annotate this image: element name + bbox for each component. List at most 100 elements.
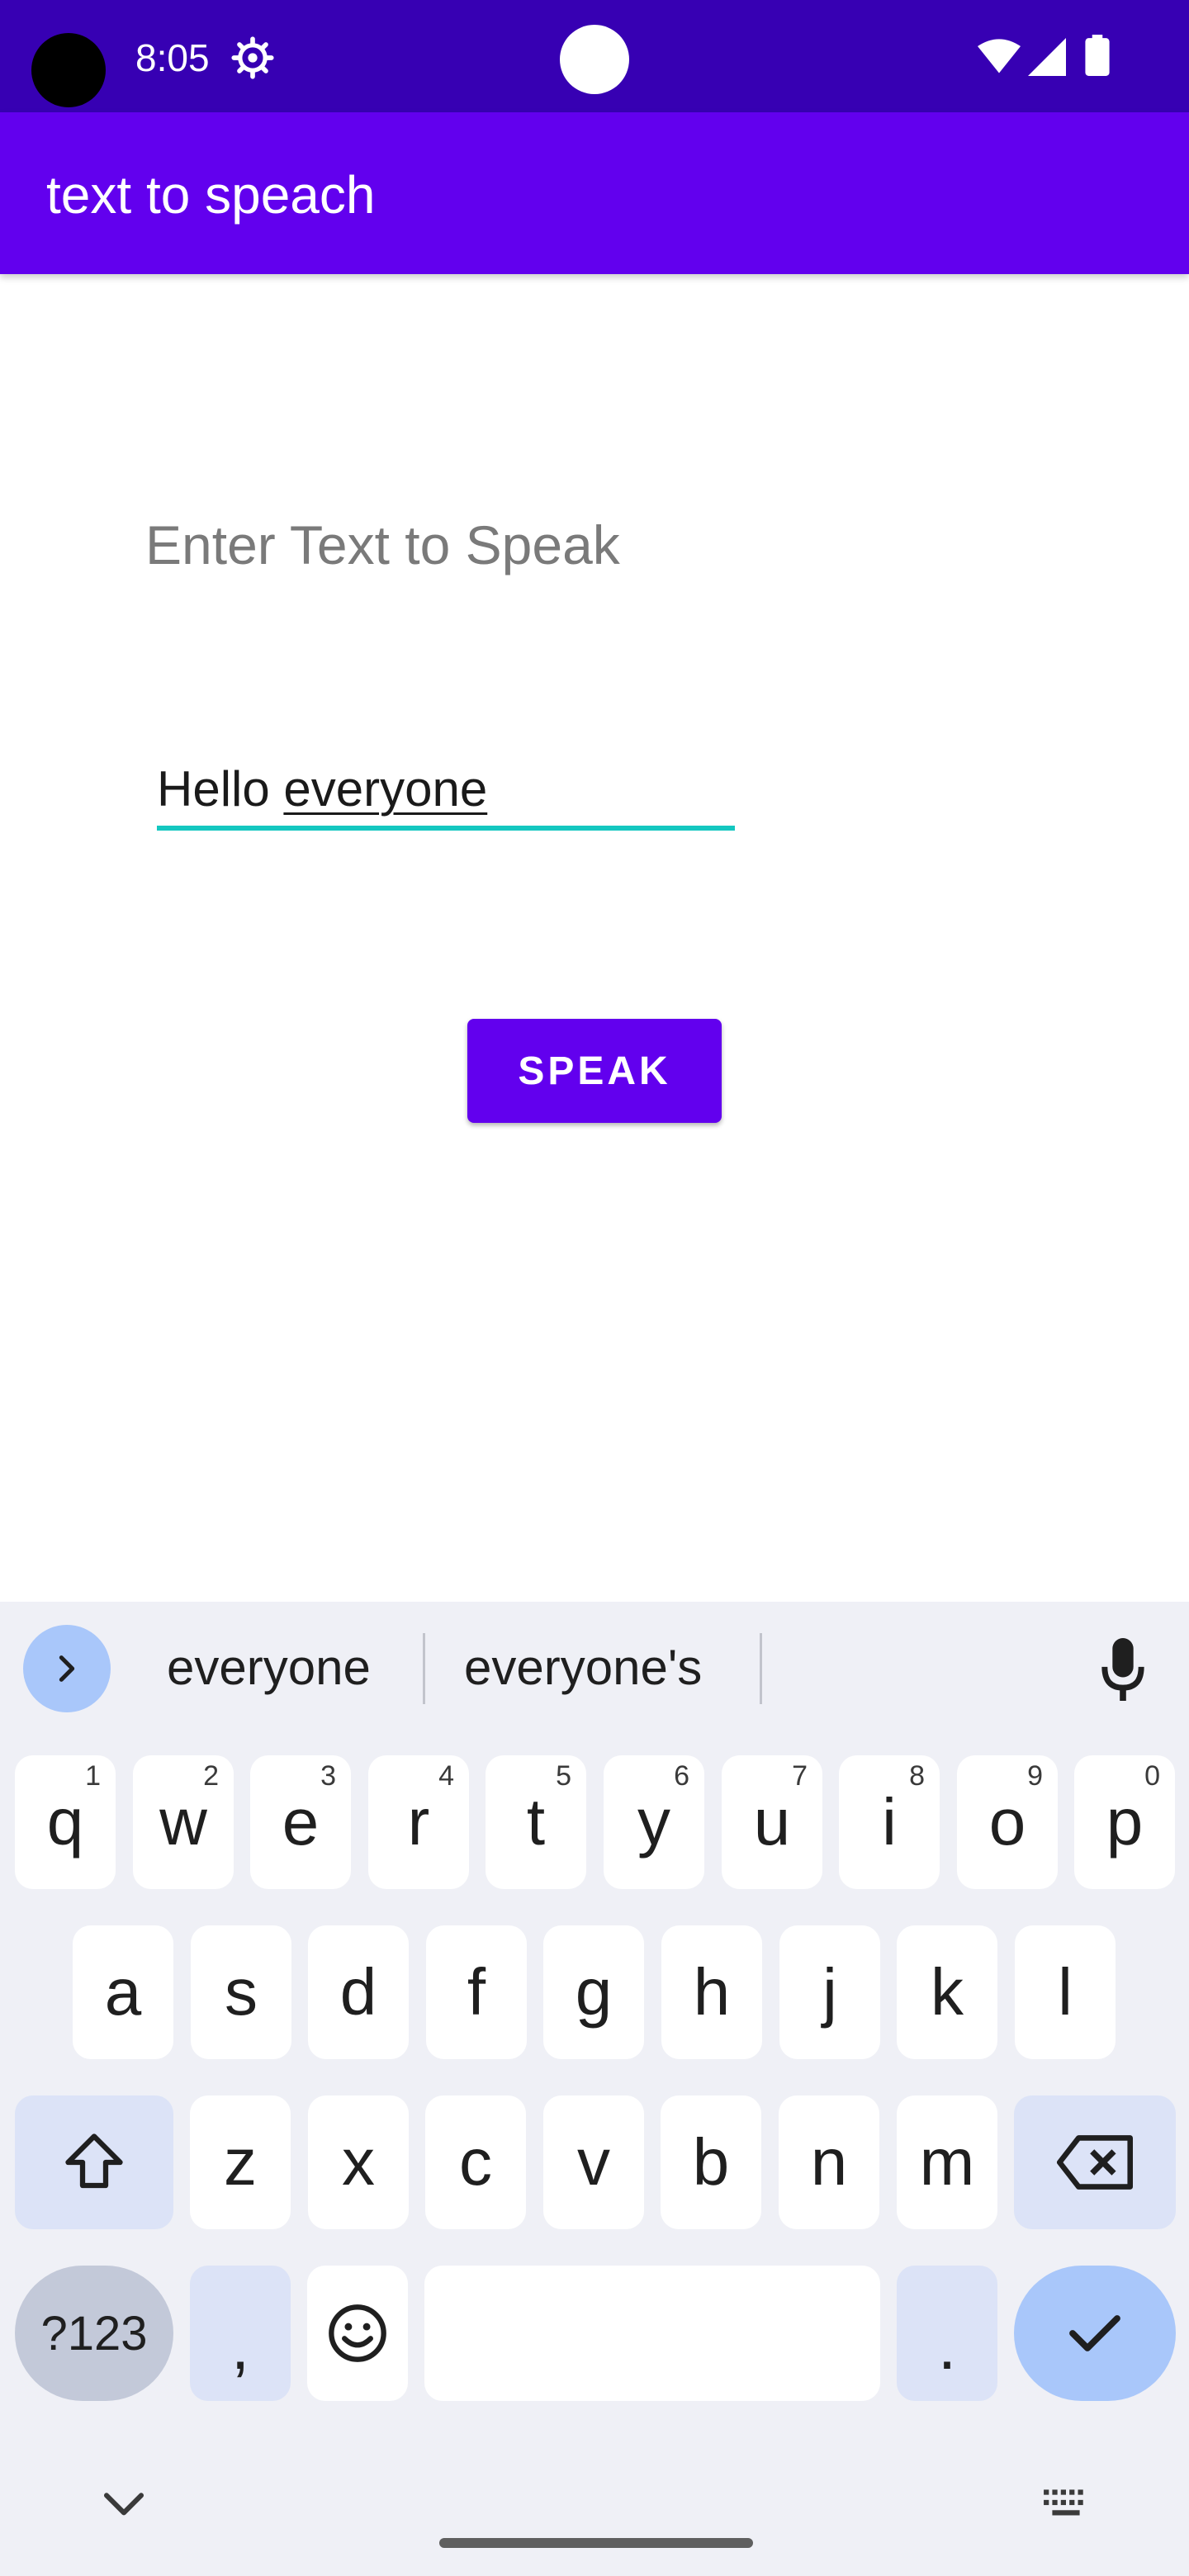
checkmark-icon	[1069, 2315, 1120, 2351]
key-hint: 5	[556, 1760, 571, 1792]
key-label: n	[810, 2125, 848, 2199]
key-label: u	[753, 1785, 791, 1859]
key-label: l	[1058, 1955, 1073, 2029]
key-label: j	[822, 1955, 837, 2029]
key-label: c	[459, 2125, 492, 2199]
emoji-icon	[329, 2304, 386, 2362]
key-hint: 4	[438, 1760, 454, 1792]
text-input-underline	[157, 826, 735, 831]
key-label: q	[46, 1785, 84, 1859]
key-label: x	[342, 2125, 375, 2199]
app-bar: text to speach	[0, 112, 1189, 274]
symbols-key[interactable]: ?123	[15, 2266, 173, 2401]
text-input-value[interactable]: Hello everyone	[157, 760, 487, 819]
soft-keyboard: everyone everyone's q1w2e3r4t5y6u7i8o9p0…	[0, 1602, 1189, 2576]
prompt-label: Enter Text to Speak	[145, 514, 620, 575]
key-label: z	[224, 2125, 257, 2199]
key-hint: 6	[674, 1760, 689, 1792]
key-label: s	[225, 1955, 258, 2029]
suggestion-divider	[423, 1633, 425, 1704]
key-hint: 8	[909, 1760, 925, 1792]
key-label: f	[467, 1955, 486, 2029]
key-j[interactable]: j	[779, 1925, 880, 2059]
text-input-prefix: Hello	[157, 761, 284, 817]
signal-icon	[1028, 38, 1066, 76]
key-s[interactable]: s	[191, 1925, 291, 2059]
key-f[interactable]: f	[426, 1925, 527, 2059]
status-bar: 8:05	[0, 0, 1189, 112]
microphone-icon[interactable]	[1101, 1638, 1144, 1701]
keyboard-switch-icon[interactable]	[1042, 2487, 1090, 2520]
key-label: t	[526, 1785, 546, 1859]
key-x[interactable]: x	[308, 2095, 409, 2229]
key-label: g	[575, 1955, 613, 2029]
key-e[interactable]: e3	[250, 1755, 351, 1889]
space-key[interactable]	[424, 2266, 880, 2401]
camera-hole	[31, 33, 106, 107]
key-hint: 7	[792, 1760, 808, 1792]
key-l[interactable]: l	[1015, 1925, 1116, 2059]
key-k[interactable]: k	[897, 1925, 997, 2059]
key-label: a	[104, 1955, 142, 2029]
gesture-navigation-bar[interactable]	[439, 2538, 753, 2548]
key-hint: 9	[1027, 1760, 1043, 1792]
key-label: w	[159, 1785, 207, 1859]
key-c[interactable]: c	[425, 2095, 526, 2229]
toolbar-expand-button[interactable]	[23, 1625, 111, 1712]
key-label: v	[577, 2125, 610, 2199]
key-i[interactable]: i8	[839, 1755, 940, 1889]
key-a[interactable]: a	[73, 1925, 173, 2059]
key-b[interactable]: b	[661, 2095, 761, 2229]
suggestion-bar: everyone everyone's	[0, 1602, 1189, 1742]
suggestion-1[interactable]: everyone	[167, 1635, 371, 1701]
key-u[interactable]: u7	[722, 1755, 822, 1889]
app-screen: 8:05 text to speach Enter Text to Speak	[0, 0, 1189, 2576]
key-label: e	[282, 1785, 320, 1859]
key-label: i	[882, 1785, 897, 1859]
key-label: p	[1106, 1785, 1144, 1859]
key-hint: 2	[203, 1760, 219, 1792]
text-input-composing-word: everyone	[283, 761, 488, 817]
key-z[interactable]: z	[190, 2095, 291, 2229]
key-label: b	[692, 2125, 730, 2199]
speak-button[interactable]: SPEAK	[467, 1019, 722, 1123]
chevron-right-icon	[59, 1655, 75, 1682]
key-r[interactable]: r4	[368, 1755, 469, 1889]
key-v[interactable]: v	[543, 2095, 644, 2229]
key-p[interactable]: p0	[1074, 1755, 1175, 1889]
backspace-key[interactable]	[1014, 2095, 1176, 2229]
key-label: d	[339, 1955, 377, 2029]
key-label: r	[407, 1785, 430, 1859]
key-n[interactable]: n	[779, 2095, 879, 2229]
key-label: o	[988, 1785, 1026, 1859]
emoji-key[interactable]	[307, 2266, 408, 2401]
period-key[interactable]: .	[897, 2266, 997, 2401]
key-hint: 3	[320, 1760, 336, 1792]
backspace-icon	[1057, 2135, 1133, 2190]
key-t[interactable]: t5	[486, 1755, 586, 1889]
key-y[interactable]: y6	[604, 1755, 704, 1889]
key-label: k	[931, 1955, 964, 2029]
enter-key[interactable]	[1014, 2266, 1176, 2401]
key-g[interactable]: g	[543, 1925, 644, 2059]
shift-icon	[65, 2133, 123, 2189]
key-label: y	[637, 1785, 670, 1859]
key-hint: 1	[85, 1760, 101, 1792]
status-time: 8:05	[135, 36, 210, 79]
key-q[interactable]: q1	[15, 1755, 116, 1889]
comma-key[interactable]: ,	[190, 2266, 291, 2401]
suggestion-2[interactable]: everyone's	[464, 1635, 702, 1701]
key-o[interactable]: o9	[957, 1755, 1058, 1889]
key-hint: 0	[1144, 1760, 1160, 1792]
text-input[interactable]: Hello everyone	[157, 743, 735, 834]
key-d[interactable]: d	[308, 1925, 409, 2059]
shift-key[interactable]	[15, 2095, 173, 2229]
wifi-icon	[978, 39, 1021, 73]
key-w[interactable]: w2	[133, 1755, 234, 1889]
key-m[interactable]: m	[897, 2095, 997, 2229]
key-h[interactable]: h	[661, 1925, 762, 2059]
hide-keyboard-chevron-icon[interactable]	[101, 2490, 147, 2520]
gear-icon	[231, 36, 274, 79]
suggestion-divider	[760, 1633, 762, 1704]
key-label: h	[693, 1955, 731, 2029]
